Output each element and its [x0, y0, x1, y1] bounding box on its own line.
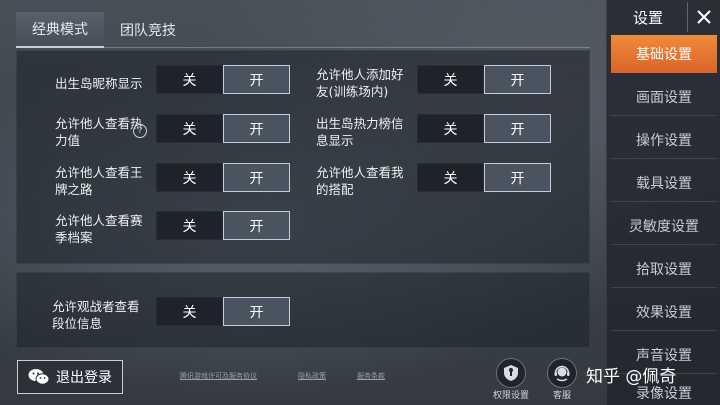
- close-button[interactable]: [687, 2, 719, 32]
- permission-settings-label: 权限设置: [492, 391, 529, 401]
- toggle-on-button[interactable]: 开: [223, 211, 290, 240]
- close-icon: [696, 10, 711, 24]
- toggle-on-button[interactable]: 开: [484, 65, 551, 94]
- spectator-rank-toggle: 关 开: [156, 297, 291, 326]
- ace-road-toggle: 关 开: [156, 163, 291, 192]
- toggle-off-button[interactable]: 关: [156, 211, 223, 240]
- tab-divider: [16, 47, 590, 48]
- setting-label: 允许他人查看我的搭配: [316, 165, 404, 197]
- privacy-link[interactable]: 隐私政策: [298, 371, 326, 381]
- watermark: 知乎 @佩奇: [586, 367, 677, 387]
- wechat-icon: [28, 369, 50, 385]
- toggle-on-button[interactable]: 开: [223, 65, 290, 94]
- tab-classic-mode[interactable]: 经典模式: [16, 12, 104, 48]
- toggle-off-button[interactable]: 关: [417, 163, 484, 192]
- license-link[interactable]: 腾讯游戏许可及服务协议: [180, 371, 257, 381]
- setting-label: 出生岛昵称显示: [55, 75, 143, 91]
- toggle-on-button[interactable]: 开: [223, 114, 290, 143]
- heat-value-toggle: 关 开: [156, 114, 291, 143]
- sidebar-item-pickup[interactable]: 拾取设置: [611, 250, 717, 288]
- setting-label: 允许他人查看赛季档案: [55, 213, 143, 245]
- season-archive-toggle: 关 开: [156, 211, 291, 240]
- sidebar-item-graphics[interactable]: 画面设置: [611, 78, 717, 116]
- heat-ranking-toggle: 关 开: [417, 114, 552, 143]
- toggle-on-button[interactable]: 开: [484, 114, 551, 143]
- toggle-off-button[interactable]: 关: [156, 114, 223, 143]
- logout-button[interactable]: 退出登录: [17, 360, 123, 394]
- toggle-off-button[interactable]: 关: [156, 297, 223, 326]
- toggle-off-button[interactable]: 关: [417, 65, 484, 94]
- logout-label: 退出登录: [56, 370, 112, 386]
- mode-tabs: 经典模式 团队竞技: [16, 12, 192, 48]
- setting-label: 允许他人查看王牌之路: [55, 165, 143, 197]
- sidebar-title: 设置: [632, 8, 663, 27]
- setting-label: 允许观战者查看段位信息: [52, 299, 140, 331]
- toggle-off-button[interactable]: 关: [156, 163, 223, 192]
- toggle-on-button[interactable]: 开: [223, 297, 290, 326]
- setting-label: 允许他人添加好友(训练场内): [316, 67, 404, 99]
- setting-label: 出生岛热力榜信息显示: [316, 116, 404, 148]
- toggle-off-button[interactable]: 关: [417, 114, 484, 143]
- permission-settings-button[interactable]: 权限设置: [491, 358, 531, 401]
- toggle-off-button[interactable]: 关: [156, 65, 223, 94]
- terms-link[interactable]: 服务条款: [357, 371, 385, 381]
- add-friend-toggle: 关 开: [417, 65, 552, 94]
- sidebar-header: 设置: [607, 0, 720, 34]
- customer-service-label: 客服: [552, 391, 571, 401]
- toggle-on-button[interactable]: 开: [484, 163, 551, 192]
- tab-team-deathmatch[interactable]: 团队竞技: [104, 12, 192, 48]
- headset-icon: [547, 358, 577, 388]
- sidebar-item-basic[interactable]: 基础设置: [611, 35, 717, 73]
- settings-sidebar: 设置 基础设置 画面设置 操作设置 载具设置 灵敏度设置 拾取设置 效果设置 声…: [606, 0, 720, 405]
- sidebar-item-effects[interactable]: 效果设置: [611, 293, 717, 331]
- outfit-toggle: 关 开: [417, 163, 552, 192]
- help-icon[interactable]: ?: [133, 124, 147, 138]
- toggle-on-button[interactable]: 开: [223, 163, 290, 192]
- spawn-nickname-toggle: 关 开: [156, 65, 291, 94]
- sidebar-item-controls[interactable]: 操作设置: [611, 121, 717, 159]
- customer-service-button[interactable]: 客服: [542, 358, 582, 401]
- sidebar-item-vehicle[interactable]: 载具设置: [611, 164, 717, 202]
- shield-icon: [496, 358, 526, 388]
- sidebar-item-sensitivity[interactable]: 灵敏度设置: [611, 207, 717, 245]
